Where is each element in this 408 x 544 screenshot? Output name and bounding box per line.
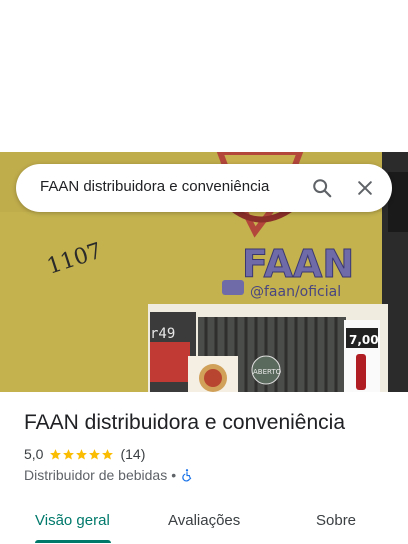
place-info-panel: FAAN distribuidora e conveniência 5,0 (1… [0,392,408,544]
star-icon [89,448,101,459]
star-icon [102,448,114,459]
star-rating [49,448,114,461]
star-icon [63,448,75,459]
map-area-blank [0,0,408,152]
star-icon [50,448,62,459]
rating-value: 5,0 [24,446,44,462]
tab-about[interactable]: Sobre [316,512,356,529]
open-sign-text: ABERTO [253,368,282,376]
wheelchair-icon [182,469,192,482]
search-icon[interactable] [306,172,338,204]
storefront-handle-text: @faan/oficial [250,284,341,300]
category-row: Distribuidor de bebidas • [24,466,194,484]
place-category: Distribuidor de bebidas [24,467,168,483]
star-icon [76,448,88,459]
place-title: FAAN distribuidora e conveniência [24,411,346,434]
price-sign-text: 7,00 [349,333,379,347]
search-bar[interactable]: FAAN distribuidora e conveniência [16,164,392,212]
close-icon[interactable] [349,172,381,204]
search-query-text[interactable]: FAAN distribuidora e conveniência [40,178,269,195]
review-count[interactable]: (14) [120,446,145,462]
separator-dot: • [171,467,177,483]
rating-row[interactable]: 5,0 (14) [24,445,145,463]
tab-reviews[interactable]: Avaliações [168,512,240,529]
place-tabs: Visão geral Avaliações Sobre [0,500,408,544]
storefront-logo-text: FAAN [242,242,354,286]
side-sign-text: r49 [150,326,175,342]
active-tab-indicator [35,540,111,543]
tab-overview[interactable]: Visão geral [35,512,110,529]
